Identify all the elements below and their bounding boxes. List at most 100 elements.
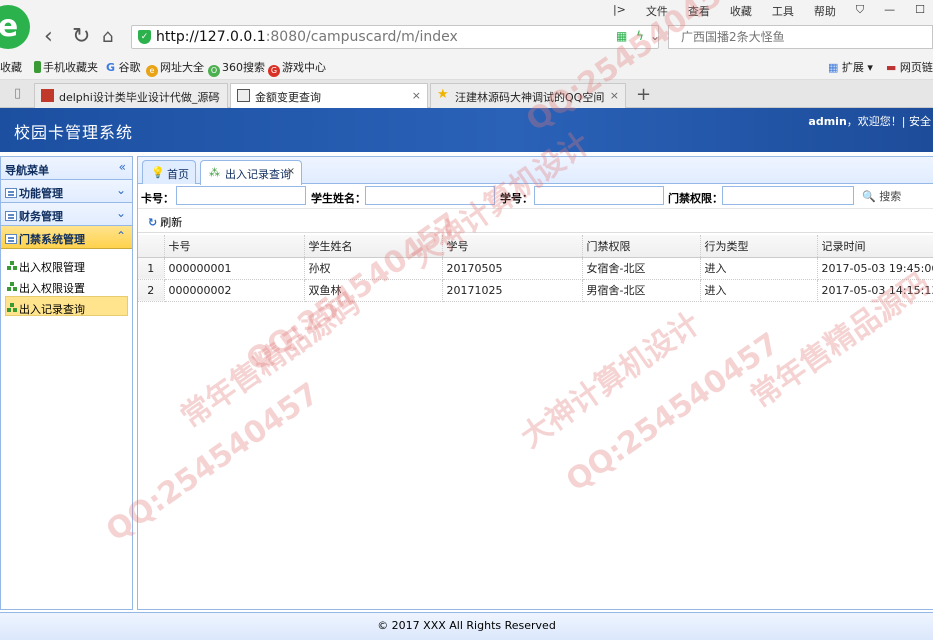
browser-tab-balance[interactable]: 金额变更查询 × [230,83,428,109]
menu-item-file[interactable]: 文件 [646,3,668,19]
sidebar-toggle-icon[interactable]: ▯ [14,86,21,101]
cell-time: 2017-05-03 19:45:06 [817,257,933,280]
phone-icon [34,61,41,73]
bookmark-extensions[interactable]: ▦ 扩展 ▾ [828,59,873,75]
cell-action: 进入 [700,257,818,280]
app-title: 校园卡管理系统 [14,123,134,142]
new-tab-button[interactable]: + [636,84,651,105]
nav-title: 导航菜单 [5,164,49,177]
col-perm[interactable]: 门禁权限 [582,235,701,258]
daquan-icon: e [146,65,158,77]
perm-input[interactable] [722,186,854,205]
maximize-icon[interactable]: ☐ [915,3,925,19]
cell-name: 孙权 [304,257,443,280]
nav-section-finance[interactable]: 财务管理 ⌄ [1,203,132,226]
welcome-text: admin，欢迎您！| 安全 [808,115,931,128]
shirt-icon[interactable]: ⛉ [856,3,864,19]
bookmark-webpage[interactable]: ▬ 网页链 [886,59,933,75]
close-icon[interactable]: × [412,89,421,102]
tree-icon [7,303,18,312]
tab-home[interactable]: 💡 首页 [142,160,196,184]
address-url[interactable]: http://127.0.0.1:8080/campuscard/m/index [156,29,458,45]
section-icon [5,188,17,198]
section-icon [5,234,17,244]
browser-menu-bar: |> 文件 查看 收藏 工具 帮助 ⛉ — ☐ [0,0,933,22]
col-name[interactable]: 学生姓名 [304,235,443,258]
chevron-down-icon[interactable]: ⌄ [650,29,660,43]
records-table: 卡号 学生姓名 学号 门禁权限 行为类型 记录时间 1 000000001 孙权… [138,235,933,302]
lightning-icon[interactable]: ϟ [636,29,644,43]
360-icon: O [208,65,220,77]
menu-item-view[interactable]: 查看 [688,3,710,19]
address-bar[interactable]: ✓ http://127.0.0.1:8080/campuscard/m/ind… [131,25,660,49]
chart-icon [237,89,250,102]
nav-item-access-manage[interactable]: 出入权限管理 [5,254,128,274]
browser-tab-delphi[interactable]: delphi设计类毕业设计代做_源码 × [34,83,228,108]
favicon-icon [41,89,54,102]
nav-item-access-records[interactable]: 出入记录查询 [5,296,128,316]
lightbulb-icon: 💡 [151,166,165,179]
col-action[interactable]: 行为类型 [700,235,818,258]
menu-item-tools[interactable]: 工具 [772,3,794,19]
browser-search-box[interactable] [668,25,933,49]
table-row[interactable]: 2 000000002 双鱼林 20171025 男宿舍-北区 进入 2017-… [138,279,933,302]
nav-section-functions[interactable]: 功能管理 ⌄ [1,180,132,203]
search-filters: 卡号： 学生姓名： 学号： 门禁权限： 🔍 搜索 [138,184,933,209]
close-icon[interactable]: × [610,89,619,102]
home-icon[interactable]: ⌂ [102,24,113,50]
close-icon[interactable]: × [212,89,221,102]
col-time[interactable]: 记录时间 [817,235,933,258]
bookmark-favorites[interactable]: 收藏 [0,59,22,75]
chevron-up-icon[interactable]: ⌃ [116,229,126,243]
row-number-header [138,235,165,258]
menu-item-favorites[interactable]: 收藏 [730,3,752,19]
cell-perm: 女宿舍-北区 [582,257,701,280]
cell-perm: 男宿舍-北区 [582,279,701,302]
bookmark-daquan[interactable]: e 网址大全 [146,59,204,77]
card-input[interactable] [176,186,306,205]
cell-action: 进入 [700,279,818,302]
close-icon[interactable]: × [287,166,295,177]
back-icon[interactable]: ‹ [44,24,53,50]
extension-icon: ▦ [828,61,839,74]
chevron-down-icon[interactable]: ⌄ [116,183,126,197]
col-stuno[interactable]: 学号 [442,235,583,258]
refresh-button[interactable]: ↻ 刷新 [148,214,182,230]
col-card[interactable]: 卡号 [164,235,305,258]
table-header-row: 卡号 学生姓名 学号 门禁权限 行为类型 记录时间 [138,235,933,258]
nav-section-access[interactable]: 门禁系统管理 ⌃ [1,226,132,249]
browser-search-input[interactable] [669,26,909,48]
bookmarks-bar: 收藏 手机收藏夹 G 谷歌 e 网址大全 O 360搜索 G 游戏中心 ▦ 扩展 ▾ … [0,52,933,80]
stuno-input[interactable] [534,186,664,205]
name-input[interactable] [365,186,495,205]
webpage-icon: ▬ [886,61,897,74]
row-number: 1 [138,257,165,280]
qr-icon[interactable]: ▦ [616,29,627,43]
bookmark-360[interactable]: O 360搜索 [208,59,265,77]
cell-card: 000000001 [164,257,305,280]
game-icon: G [268,65,280,77]
reload-icon[interactable]: ↻ [72,24,90,50]
bookmark-google[interactable]: G 谷歌 [106,59,141,75]
search-button[interactable]: 🔍 搜索 [862,188,901,204]
bookmark-mobile[interactable]: 手机收藏夹 [34,59,98,75]
shield-icon: ✓ [138,30,151,44]
cell-card: 000000002 [164,279,305,302]
menu-item-help[interactable]: 帮助 [814,3,836,19]
minimize-icon[interactable]: — [884,3,895,19]
chevron-down-icon[interactable]: ⌄ [116,206,126,220]
cell-name: 双鱼林 [304,279,443,302]
nav-panel-header: 导航菜单 « [1,157,132,180]
table-row[interactable]: 1 000000001 孙权 20170505 女宿舍-北区 进入 2017-0… [138,257,933,280]
tree-icon: ⁂ [209,166,220,179]
nav-panel: 导航菜单 « 功能管理 ⌄ 财务管理 ⌄ 门禁系统管理 ⌃ 出入权限管理 出入权… [0,156,133,610]
bookmark-games[interactable]: G 游戏中心 [268,59,326,77]
perm-label: 门禁权限： [668,192,723,205]
browser-tab-qzone[interactable]: ★ 汪建林源码大神调试的QQ空间 × [430,83,626,108]
nav-item-access-settings[interactable]: 出入权限设置 [5,275,128,295]
row-number: 2 [138,279,165,302]
collapse-left-icon[interactable]: « [119,160,126,174]
menu-item-expand[interactable]: |> [613,3,626,19]
section-icon [5,211,17,221]
tab-access-records[interactable]: ⁂ 出入记录查询 × [200,160,302,185]
